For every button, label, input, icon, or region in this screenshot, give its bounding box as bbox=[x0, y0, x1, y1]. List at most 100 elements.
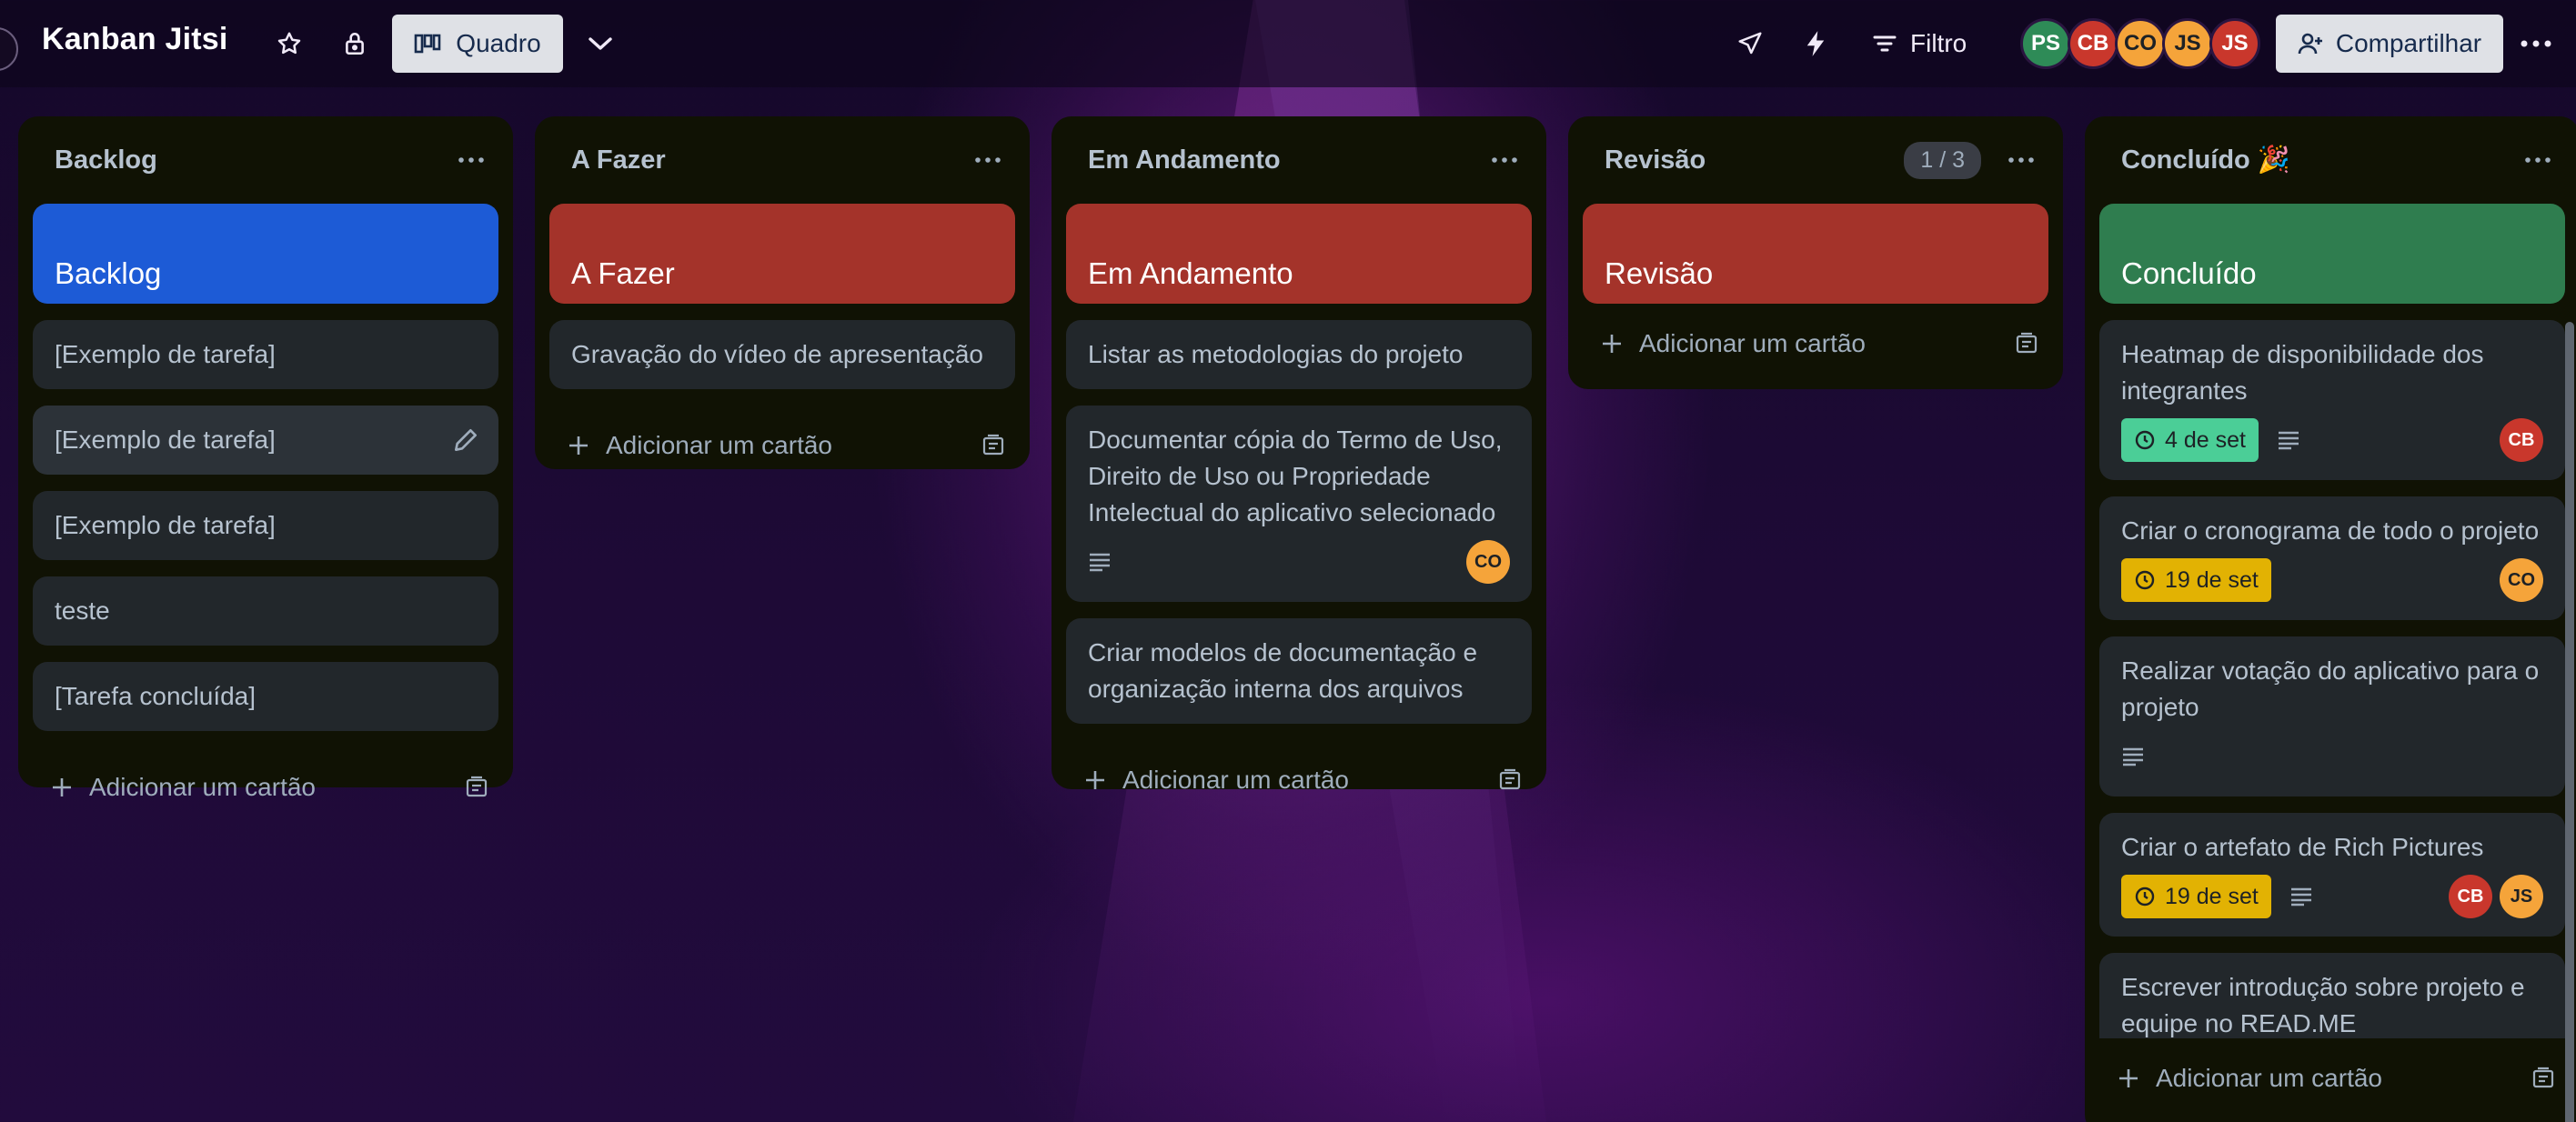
card-scroll-area[interactable]: Concluído Heatmap de disponibilidade dos… bbox=[2099, 204, 2565, 1038]
add-card-row: Adicionar um cartão bbox=[33, 747, 498, 827]
plus-icon bbox=[2119, 1069, 2138, 1087]
card-title: Escrever introdução sobre projeto e equi… bbox=[2121, 973, 2525, 1037]
member-avatar[interactable]: CO bbox=[1466, 540, 1510, 584]
cover-card[interactable]: Concluído bbox=[2099, 204, 2565, 304]
add-card-button[interactable]: Adicionar um cartão bbox=[1084, 766, 1349, 795]
list-title[interactable]: A Fazer bbox=[571, 145, 666, 175]
list-menu-icon[interactable] bbox=[451, 140, 491, 180]
member-avatar[interactable]: CB bbox=[2500, 418, 2543, 462]
card[interactable]: teste bbox=[33, 576, 498, 646]
share-button[interactable]: Compartilhar bbox=[2276, 15, 2503, 73]
member-avatar[interactable]: JS bbox=[2162, 18, 2213, 69]
member-avatar[interactable]: CO bbox=[2500, 558, 2543, 602]
due-date-label: 19 de set bbox=[2165, 884, 2259, 909]
card[interactable]: [Exemplo de tarefa] bbox=[33, 406, 498, 475]
card[interactable]: Gravação do vídeo de apresentação bbox=[549, 320, 1015, 389]
cover-card[interactable]: Backlog bbox=[33, 204, 498, 304]
board-header: Kanban Jitsi Quadro Filtro PS CB CO JS J… bbox=[0, 0, 2576, 87]
automation-lightning-icon[interactable] bbox=[1796, 24, 1836, 64]
card[interactable]: Criar modelos de documentação e organiza… bbox=[1066, 618, 1532, 724]
plus-icon bbox=[569, 436, 588, 455]
card[interactable]: [Tarefa concluída] bbox=[33, 662, 498, 731]
card[interactable]: Listar as metodologias do projeto bbox=[1066, 320, 1532, 389]
description-icon bbox=[2278, 431, 2299, 450]
list-title[interactable]: Em Andamento bbox=[1088, 145, 1281, 175]
create-from-template-icon[interactable] bbox=[2531, 1067, 2556, 1090]
member-avatar[interactable]: CO bbox=[2115, 18, 2166, 69]
card[interactable]: Realizar votação do aplicativo para o pr… bbox=[2099, 636, 2565, 796]
card[interactable]: Criar o cronograma de todo o projeto 19 … bbox=[2099, 496, 2565, 620]
clock-icon bbox=[2135, 570, 2155, 590]
card[interactable]: Criar o artefato de Rich Pictures 19 de … bbox=[2099, 813, 2565, 937]
list-title[interactable]: Concluído 🎉 bbox=[2121, 145, 2290, 175]
add-card-button[interactable]: Adicionar um cartão bbox=[51, 773, 316, 802]
star-icon[interactable] bbox=[269, 24, 309, 64]
member-avatar[interactable]: JS bbox=[2500, 875, 2543, 918]
list-title[interactable]: Backlog bbox=[55, 145, 157, 175]
add-card-label: Adicionar um cartão bbox=[89, 773, 317, 801]
add-card-label: Adicionar um cartão bbox=[1639, 329, 1867, 357]
board-view-label: Quadro bbox=[456, 29, 541, 57]
card[interactable]: Escrever introdução sobre projeto e equi… bbox=[2099, 953, 2565, 1038]
board-members: PS CB CO JS JS bbox=[2020, 18, 2260, 69]
add-card-button[interactable]: Adicionar um cartão bbox=[1601, 329, 1866, 358]
card-title: Realizar votação do aplicativo para o pr… bbox=[2121, 656, 2540, 721]
add-card-row: Adicionar um cartão bbox=[1583, 304, 2048, 384]
card-title: [Exemplo de tarefa] bbox=[55, 426, 276, 454]
create-from-template-icon[interactable] bbox=[464, 776, 489, 799]
list-title[interactable]: Revisão bbox=[1605, 145, 1706, 175]
board-view-icon bbox=[414, 34, 441, 54]
cover-card[interactable]: Revisão bbox=[1583, 204, 2048, 304]
add-person-icon bbox=[2298, 33, 2322, 55]
create-from-template-icon[interactable] bbox=[981, 434, 1006, 457]
list-menu-icon[interactable] bbox=[968, 140, 1008, 180]
add-card-row: Adicionar um cartão bbox=[549, 406, 1015, 486]
list-menu-icon[interactable] bbox=[2518, 140, 2558, 180]
card[interactable]: Heatmap de disponibilidade dos integrant… bbox=[2099, 320, 2565, 480]
due-date-label: 19 de set bbox=[2165, 567, 2259, 593]
list-backlog: Backlog Backlog [Exemplo de tarefa] [Exe… bbox=[18, 116, 513, 801]
due-date-badge[interactable]: 19 de set bbox=[2121, 558, 2271, 602]
list-a-fazer: A Fazer A Fazer Gravação do vídeo de apr… bbox=[535, 116, 1030, 469]
add-card-button[interactable]: Adicionar um cartão bbox=[568, 431, 832, 460]
create-from-template-icon[interactable] bbox=[2014, 332, 2039, 356]
filter-icon bbox=[1873, 35, 1897, 52]
add-card-label: Adicionar um cartão bbox=[606, 431, 833, 459]
add-card-row: Adicionar um cartão bbox=[2099, 1038, 2565, 1118]
list-header: Backlog bbox=[33, 116, 498, 204]
card-title: Criar o cronograma de todo o projeto bbox=[2121, 516, 2540, 545]
power-up-rocket-icon[interactable] bbox=[1730, 24, 1770, 64]
list-menu-icon[interactable] bbox=[2001, 140, 2041, 180]
cover-card[interactable]: Em Andamento bbox=[1066, 204, 1532, 304]
filter-button[interactable]: Filtro bbox=[1872, 15, 1967, 73]
member-avatar[interactable]: CB bbox=[2449, 875, 2492, 918]
edit-pencil-icon[interactable] bbox=[451, 426, 480, 455]
list-scrollbar[interactable] bbox=[2565, 322, 2574, 1122]
card[interactable]: [Exemplo de tarefa] bbox=[33, 320, 498, 389]
card-badges: 4 de set CB bbox=[2121, 416, 2543, 464]
member-avatar[interactable]: JS bbox=[2209, 18, 2260, 69]
description-icon bbox=[2290, 887, 2311, 907]
board-view-button[interactable]: Quadro bbox=[392, 15, 563, 73]
chevron-down-icon[interactable] bbox=[580, 24, 620, 64]
lock-icon[interactable] bbox=[335, 24, 375, 64]
list-header: Em Andamento bbox=[1066, 116, 1532, 204]
list-header: A Fazer bbox=[549, 116, 1015, 204]
create-from-template-icon[interactable] bbox=[1497, 768, 1523, 792]
list-menu-icon[interactable] bbox=[1484, 140, 1524, 180]
card[interactable]: [Exemplo de tarefa] bbox=[33, 491, 498, 560]
cover-card[interactable]: A Fazer bbox=[549, 204, 1015, 304]
member-avatar[interactable]: PS bbox=[2020, 18, 2071, 69]
filter-label: Filtro bbox=[1910, 29, 1967, 57]
board-menu-icon[interactable] bbox=[2516, 24, 2556, 64]
card[interactable]: Documentar cópia do Termo de Uso, Direit… bbox=[1066, 406, 1532, 602]
member-avatar[interactable]: CB bbox=[2068, 18, 2118, 69]
plus-icon bbox=[1086, 771, 1104, 789]
sidebar-toggle-button[interactable] bbox=[0, 27, 18, 71]
due-date-badge[interactable]: 4 de set bbox=[2121, 418, 2259, 462]
board-title[interactable]: Kanban Jitsi bbox=[42, 22, 228, 57]
add-card-button[interactable]: Adicionar um cartão bbox=[2118, 1064, 2382, 1093]
due-date-label: 4 de set bbox=[2165, 427, 2246, 453]
due-date-badge[interactable]: 19 de set bbox=[2121, 875, 2271, 918]
list-em-andamento: Em Andamento Em Andamento Listar as meto… bbox=[1052, 116, 1546, 794]
